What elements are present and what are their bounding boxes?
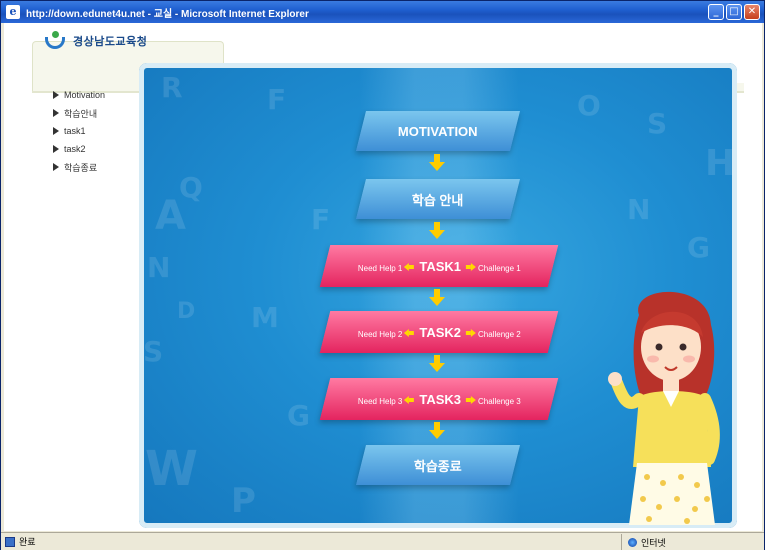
education-office-logo-icon (45, 31, 67, 51)
sidebar-item-label: task1 (64, 126, 86, 136)
sidebar-nav: Motivation 학습안내 task1 task2 학습종료 (53, 86, 105, 176)
motivation-label: MOTIVATION (398, 123, 478, 139)
arrow-right-icon (466, 329, 476, 337)
page-icon (5, 536, 15, 547)
arrow-right-icon (466, 396, 476, 404)
arrow-left-icon (404, 396, 414, 404)
arrow-left-icon (404, 329, 414, 337)
status-bar: 완료 인터넷 (1, 532, 764, 550)
down-arrow-icon (429, 222, 445, 240)
task2-row[interactable]: Need Help 2 TASK2 Challenge 2 (319, 311, 559, 353)
zone-label: 인터넷 (641, 537, 666, 548)
close-button[interactable]: ✕ (744, 4, 760, 20)
need-help-2-link[interactable]: Need Help 2 (358, 330, 402, 339)
internet-explorer-icon: e (6, 5, 20, 19)
down-arrow-icon (429, 289, 445, 307)
task3-label[interactable]: TASK3 (419, 392, 461, 407)
browser-window: e http://down.edunet4u.net - 교실 - Micros… (0, 0, 765, 550)
security-zone[interactable]: 인터넷 (621, 534, 666, 550)
logo-text: 경상남도교육청 (73, 36, 148, 48)
task2-label[interactable]: TASK2 (419, 325, 461, 340)
sidebar-item-task1[interactable]: task1 (53, 122, 105, 140)
task3-row[interactable]: Need Help 3 TASK3 Challenge 3 (319, 378, 559, 420)
down-arrow-icon (429, 422, 445, 440)
triangle-right-icon (53, 91, 59, 99)
sidebar-item-label: task2 (64, 144, 86, 154)
guide-button[interactable]: 학습 안내 (356, 179, 520, 219)
logo: 경상남도교육청 (45, 31, 147, 51)
status-text: 완료 (19, 537, 36, 547)
challenge-1-link[interactable]: Challenge 1 (478, 264, 521, 273)
motivation-button[interactable]: MOTIVATION (356, 111, 520, 151)
teacher-character-illustration (608, 291, 720, 525)
need-help-1-link[interactable]: Need Help 1 (358, 264, 402, 273)
challenge-2-link[interactable]: Challenge 2 (478, 330, 521, 339)
sidebar-item-end[interactable]: 학습종료 (53, 158, 105, 176)
arrow-right-icon (466, 263, 476, 271)
task1-row[interactable]: Need Help 1 TASK1 Challenge 1 (319, 245, 559, 287)
need-help-3-link[interactable]: Need Help 3 (358, 397, 402, 406)
arrow-left-icon (404, 263, 414, 271)
sidebar-item-label: 학습종료 (64, 162, 98, 173)
sidebar-item-task2[interactable]: task2 (53, 140, 105, 158)
minimize-button[interactable]: _ (708, 4, 724, 20)
sidebar-item-guide[interactable]: 학습안내 (53, 104, 105, 122)
globe-icon (628, 537, 637, 547)
sidebar-item-label: 학습안내 (64, 108, 98, 119)
title-bar[interactable]: e http://down.edunet4u.net - 교실 - Micros… (1, 1, 764, 23)
triangle-right-icon (53, 127, 59, 135)
triangle-right-icon (53, 163, 59, 171)
sidebar-item-motivation[interactable]: Motivation (53, 86, 105, 104)
down-arrow-icon (429, 154, 445, 172)
down-arrow-icon (429, 355, 445, 373)
guide-label: 학습 안내 (412, 192, 464, 208)
end-button[interactable]: 학습종료 (356, 445, 520, 485)
maximize-button[interactable]: □ (726, 4, 742, 20)
window-title: http://down.edunet4u.net - 교실 - Microsof… (26, 8, 309, 20)
challenge-3-link[interactable]: Challenge 3 (478, 397, 521, 406)
sidebar-item-label: Motivation (64, 90, 106, 100)
end-label: 학습종료 (414, 458, 462, 474)
triangle-right-icon (53, 109, 59, 117)
window-controls: _ □ ✕ (708, 4, 760, 20)
task1-label[interactable]: TASK1 (419, 259, 461, 274)
triangle-right-icon (53, 145, 59, 153)
